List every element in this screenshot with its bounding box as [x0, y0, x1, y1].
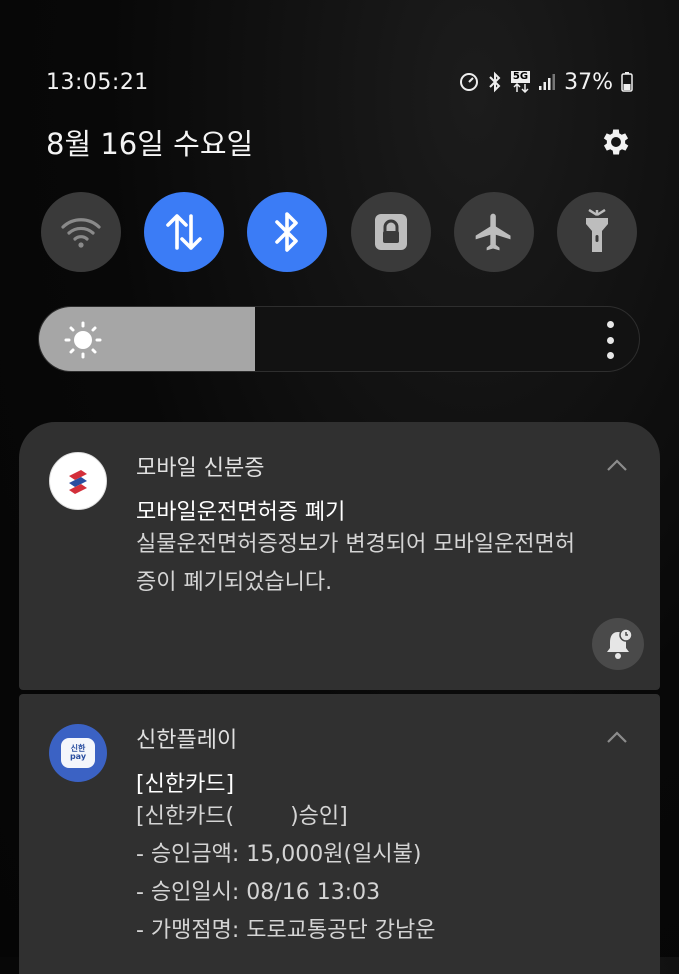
- toggle-wifi[interactable]: [41, 192, 121, 272]
- toggle-flashlight[interactable]: [556, 192, 637, 272]
- data-arrows-icon: [166, 214, 202, 250]
- battery-icon: [621, 71, 633, 93]
- toggle-rotation-lock[interactable]: [350, 192, 431, 272]
- bluetooth-icon: [275, 212, 299, 252]
- toggle-airplane-mode[interactable]: [453, 192, 534, 272]
- gear-icon[interactable]: [599, 125, 633, 159]
- toggle-bluetooth[interactable]: [247, 192, 328, 272]
- notification-title: 모바일운전면허증 폐기: [136, 500, 346, 525]
- status-icons: 5G 37%: [459, 70, 633, 95]
- status-bar: 13:05:21 5G 37%: [46, 62, 633, 102]
- notification-body-line: - 가맹점명: 도로교통공단 강남운: [136, 918, 436, 943]
- quick-toggles: [41, 192, 637, 272]
- notification-title: [신한카드]: [136, 772, 235, 797]
- network-type: 5G: [510, 71, 531, 83]
- bluetooth-icon: [487, 71, 503, 93]
- notification-card[interactable]: 모바일 신분증 모바일운전면허증 폐기 실물운전면허증정보가 변경되어 모바일운…: [19, 422, 660, 690]
- date-label: 8월 16일 수요일: [46, 127, 254, 161]
- wifi-icon: [61, 218, 101, 248]
- notification-body-line: [신한카드( )승인]: [136, 804, 348, 829]
- snooze-button[interactable]: [592, 618, 644, 670]
- notification-app-name: 모바일 신분증: [136, 456, 265, 481]
- flashlight-icon: [585, 209, 608, 252]
- notification-body-line: - 승인금액: 15,000원(일시불): [136, 842, 422, 867]
- notification-body-line: - 승인일시: 08/16 13:03: [136, 880, 381, 905]
- notification-app-name: 신한플레이: [136, 728, 238, 753]
- 5g-data-icon: 5G: [510, 71, 531, 93]
- notification-body: [신한카드( )승인] - 승인금액: 15,000원(일시불) - 승인일시:…: [136, 798, 630, 950]
- notification-body-line: 실물운전면허증정보가 변경되어 모바일운전면허: [136, 532, 576, 557]
- bell-snooze-icon: [607, 628, 633, 659]
- notification-body: 실물운전면허증정보가 변경되어 모바일운전면허 증이 폐기되었습니다.: [136, 526, 630, 602]
- chevron-up-icon[interactable]: [606, 458, 628, 472]
- brightness-slider[interactable]: [38, 306, 640, 372]
- app-icon-label: 신한 pay: [69, 744, 87, 761]
- shinhan-pay-app-icon: 신한 pay: [49, 724, 107, 782]
- battery-percent: 37%: [564, 69, 613, 95]
- airplane-icon: [475, 213, 511, 251]
- signal-icon: [538, 73, 556, 91]
- notification-card[interactable]: 신한 pay 신한플레이 [신한카드] [신한카드( )승인] - 승인금액: …: [19, 694, 660, 974]
- speedometer-icon: [459, 72, 479, 92]
- mobile-id-app-icon: [49, 452, 107, 510]
- notification-body-line: 증이 폐기되었습니다.: [136, 570, 333, 595]
- chevron-up-icon[interactable]: [606, 730, 628, 744]
- lock-icon: [374, 214, 407, 250]
- toggle-mobile-data[interactable]: [144, 192, 225, 272]
- sun-icon: [64, 321, 102, 359]
- header: 8월 16일 수요일: [46, 118, 633, 166]
- clock: 13:05:21: [46, 69, 149, 95]
- more-options-icon[interactable]: [605, 321, 615, 359]
